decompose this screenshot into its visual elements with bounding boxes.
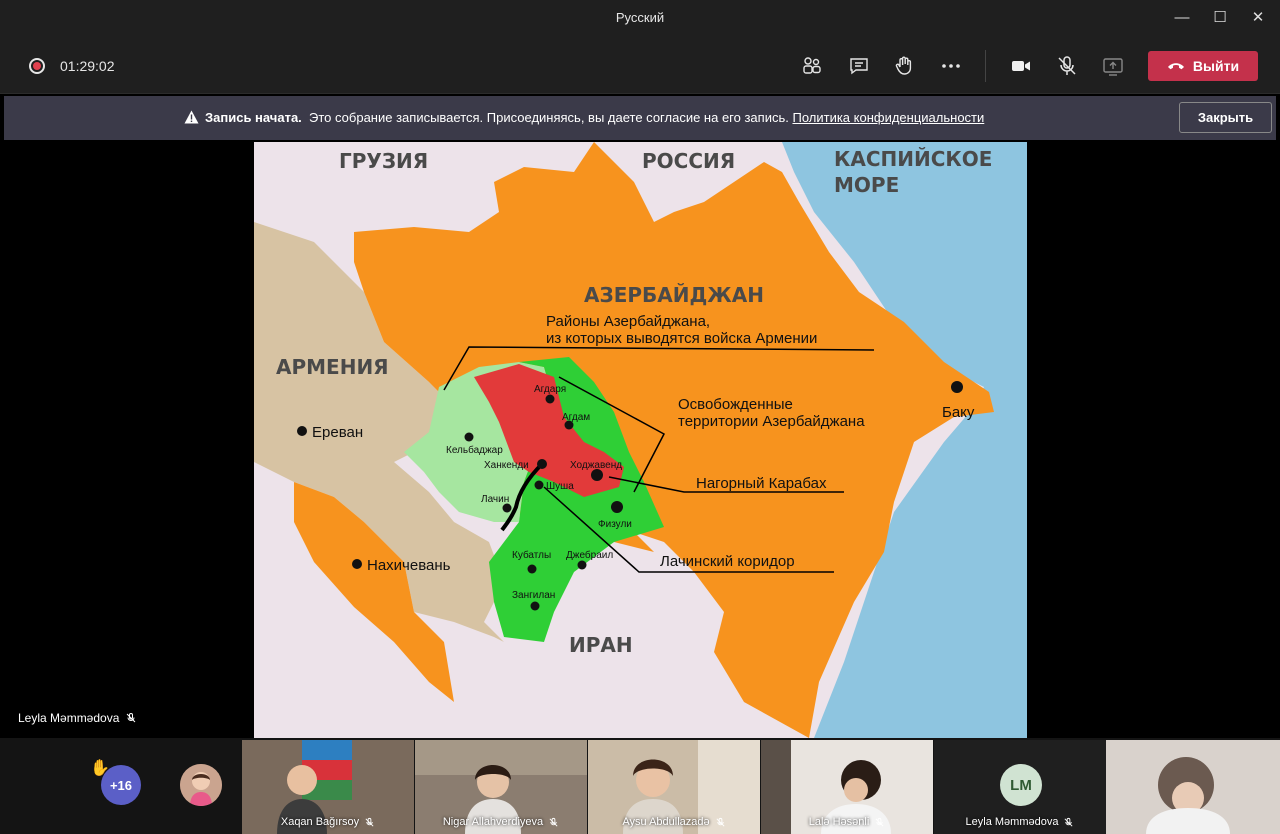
recording-text: Это собрание записывается. Присоединяясь…: [309, 110, 789, 125]
label-lachin: Лачин: [481, 494, 509, 505]
label-iran: ИРАН: [569, 633, 633, 657]
label-georgia: ГРУЗИЯ: [339, 149, 428, 173]
phone-hangup-icon: [1167, 63, 1184, 70]
mic-off-icon: [549, 817, 558, 826]
share-icon[interactable]: [1101, 54, 1125, 78]
legend-liberated-1: Освобожденные: [678, 396, 793, 413]
minimize-button[interactable]: —: [1170, 6, 1194, 30]
label-nakhchivan: Нахичевань: [367, 557, 451, 574]
mic-off-icon: [716, 817, 725, 826]
label-armenia: АРМЕНИЯ: [276, 355, 389, 379]
participant-tile[interactable]: Lalə Həsənli: [761, 740, 933, 834]
legend-karabakh: Нагорный Карабах: [696, 475, 827, 492]
warning-icon: [184, 110, 199, 124]
mic-off-icon: [875, 817, 884, 826]
avatar[interactable]: [180, 764, 222, 806]
label-caspian-1: КАСПИЙСКОЕ: [834, 147, 992, 171]
participant-tile[interactable]: Aysu Abdullazadə: [588, 740, 760, 834]
meeting-toolbar: 01:29:02 Выйти: [0, 36, 1280, 94]
participant-tile[interactable]: [1106, 740, 1280, 834]
legend-corridor: Лачинский коридор: [660, 553, 795, 570]
participant-tile[interactable]: Xaqan Bağırsoy: [242, 740, 414, 834]
label-agdam: Агдам: [562, 412, 590, 423]
shared-map: ГРУЗИЯ РОССИЯ КАСПИЙСКОЕ МОРЕ АЗЕРБАЙДЖА…: [254, 142, 1027, 738]
participants-icon[interactable]: [800, 54, 824, 78]
label-jabrail: Джебраил: [566, 549, 613, 561]
legend-liberated-2: территории Азербайджана: [678, 413, 865, 430]
label-shusha: Шуша: [546, 481, 574, 492]
label-khankendi: Ханкенди: [484, 460, 529, 471]
camera-icon[interactable]: [1009, 54, 1033, 78]
recording-started-label: Запись начата.: [205, 110, 302, 125]
window-title: Русский: [615, 10, 665, 25]
label-kubatly: Кубатлы: [512, 549, 551, 561]
legend-withdrawn-1: Районы Азербайджана,: [546, 313, 710, 330]
mic-off-icon: [127, 713, 136, 723]
label-yerevan: Ереван: [312, 424, 363, 441]
label-russia: РОССИЯ: [642, 149, 735, 173]
city-dot-yerevan: [297, 426, 307, 436]
participant-tile[interactable]: LM Leyla Məmmədova: [934, 740, 1106, 834]
more-icon[interactable]: [939, 54, 963, 78]
label-khojavend: Ходжавенд: [570, 460, 622, 471]
label-caspian-2: МОРЕ: [834, 173, 899, 197]
more-participants-badge[interactable]: +16: [101, 765, 141, 805]
participant-tile[interactable]: Nigar Allahverdiyeva: [415, 740, 587, 834]
raise-hand-icon[interactable]: [892, 54, 916, 78]
toolbar-separator: [985, 50, 986, 82]
label-fuzuli: Физули: [598, 519, 632, 530]
chat-icon[interactable]: [847, 54, 871, 78]
title-bar: Русский — ☐ ✕: [0, 0, 1280, 36]
label-baku: Баку: [942, 404, 975, 421]
maximize-button[interactable]: ☐: [1208, 6, 1232, 30]
label-kelbajar: Кельбаджар: [446, 444, 503, 456]
label-azerbaijan: АЗЕРБАЙДЖАН: [584, 283, 764, 307]
recording-message: Запись начата. Это собрание записывается…: [184, 110, 984, 125]
city-dot-nakhchivan: [352, 559, 362, 569]
legend-withdrawn-2: из которых выводятся войска Армении: [546, 330, 817, 347]
presenter-name: Leyla Məmmədova: [18, 711, 137, 725]
mic-off-icon: [365, 817, 374, 826]
mic-off-icon: [1064, 817, 1073, 826]
mic-off-icon[interactable]: [1055, 54, 1079, 78]
recording-icon: [29, 58, 45, 74]
close-window-button[interactable]: ✕: [1246, 6, 1270, 30]
privacy-policy-link[interactable]: Политика конфиденциальности: [792, 110, 984, 125]
recording-banner: Запись начата. Это собрание записывается…: [4, 96, 1276, 140]
leave-button[interactable]: Выйти: [1148, 51, 1258, 81]
close-banner-button[interactable]: Закрыть: [1179, 102, 1272, 133]
leave-label: Выйти: [1192, 58, 1240, 74]
city-dot-baku: [951, 381, 963, 393]
avatar: LM: [1000, 764, 1042, 806]
meeting-timer: 01:29:02: [60, 58, 115, 74]
label-agdara: Агдаря: [534, 384, 566, 395]
label-zangilan: Зангилан: [512, 590, 555, 601]
